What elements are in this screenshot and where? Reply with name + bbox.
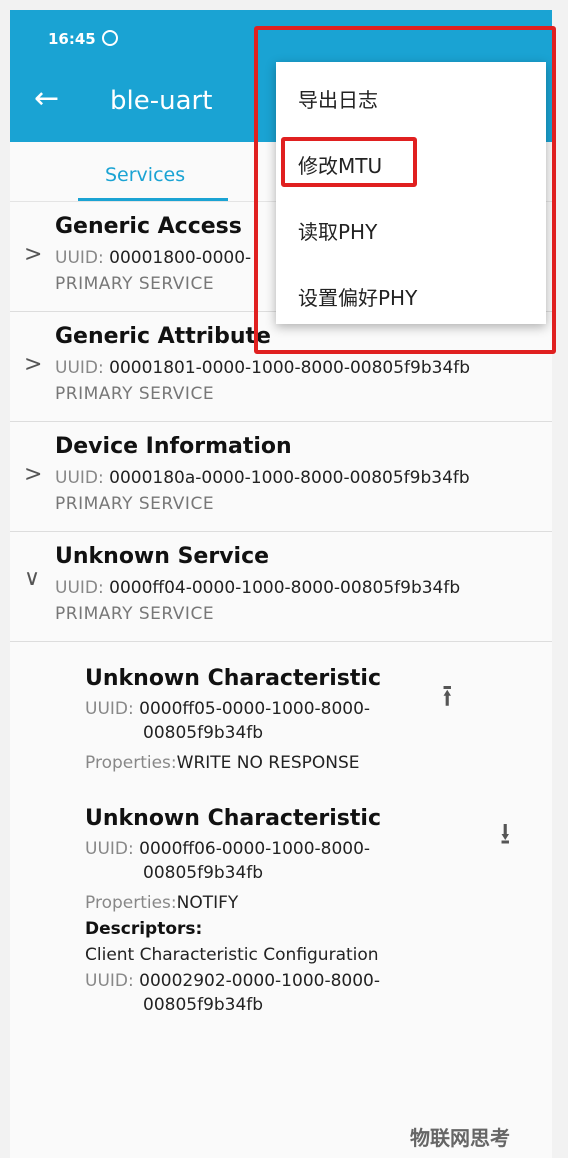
uuid-line1: 0000ff06-0000-1000-8000- xyxy=(139,839,371,859)
service-uuid: UUID: 00001800-0000- xyxy=(55,248,251,268)
descriptor-uuid: UUID: 00002902-0000-1000-8000- 00805f9b34… xyxy=(85,969,525,1017)
status-time: 16:45 xyxy=(48,30,96,48)
characteristic-name: Unknown Characteristic xyxy=(85,666,381,691)
service-name: Device Information xyxy=(55,434,292,459)
uuid-label: UUID: xyxy=(55,358,104,378)
service-type: PRIMARY SERVICE xyxy=(55,384,215,404)
service-row[interactable]: > Device Information UUID: 0000180a-0000… xyxy=(10,422,552,532)
highlight-box-menu xyxy=(254,26,556,354)
service-row-expanded[interactable]: ∨ Unknown Service UUID: 0000ff04-0000-10… xyxy=(10,532,552,642)
download-arrow-icon[interactable]: ⭳ xyxy=(500,812,511,863)
uuid-label: UUID: xyxy=(55,248,104,268)
uuid-line2: 00805f9b34fb xyxy=(143,863,264,883)
service-type: PRIMARY SERVICE xyxy=(55,494,215,514)
properties-value: WRITE NO RESPONSE xyxy=(176,753,360,773)
upload-arrow-icon[interactable]: ⭱ xyxy=(442,674,453,725)
uuid-line2: 00805f9b34fb xyxy=(143,723,264,743)
chevron-right-icon: > xyxy=(24,352,43,377)
uuid-value: 0000ff04-0000-1000-8000-00805f9b34fb xyxy=(109,578,461,598)
uuid-line1: 00002902-0000-1000-8000- xyxy=(139,971,380,991)
back-arrow-icon[interactable]: ← xyxy=(34,84,59,114)
tab-services[interactable]: Services xyxy=(105,164,185,186)
descriptors-label: Descriptors: xyxy=(85,919,203,939)
uuid-label: UUID: xyxy=(85,839,134,859)
descriptor-name: Client Characteristic Configuration xyxy=(85,945,379,965)
service-uuid: UUID: 0000ff04-0000-1000-8000-00805f9b34… xyxy=(55,578,460,598)
properties-label: Properties: xyxy=(85,893,177,913)
watermark-text: 物联网思考 xyxy=(410,1126,510,1150)
chevron-down-icon: ∨ xyxy=(24,566,41,591)
uuid-line1: 0000ff05-0000-1000-8000- xyxy=(139,699,371,719)
service-uuid: UUID: 00001801-0000-1000-8000-00805f9b34… xyxy=(55,358,470,378)
uuid-value: 00001800-0000- xyxy=(109,248,252,268)
chevron-right-icon: > xyxy=(24,462,43,487)
uuid-label: UUID: xyxy=(85,971,134,991)
characteristic-uuid: UUID: 0000ff05-0000-1000-8000- 00805f9b34… xyxy=(85,697,525,745)
app-title: ble-uart xyxy=(110,86,213,116)
properties-label: Properties: xyxy=(85,753,177,773)
uuid-value: 00001801-0000-1000-8000-00805f9b34fb xyxy=(109,358,471,378)
service-uuid: UUID: 0000180a-0000-1000-8000-00805f9b34… xyxy=(55,468,470,488)
characteristic-name: Unknown Characteristic xyxy=(85,806,381,831)
tab-indicator xyxy=(78,198,228,201)
service-name: Generic Access xyxy=(55,214,242,239)
properties-value: NOTIFY xyxy=(176,893,239,913)
service-name: Unknown Service xyxy=(55,544,270,569)
uuid-label: UUID: xyxy=(55,468,104,488)
characteristic-properties: Properties:NOTIFY xyxy=(85,891,525,915)
uuid-label: UUID: xyxy=(55,578,104,598)
characteristic-uuid: UUID: 0000ff06-0000-1000-8000- 00805f9b34… xyxy=(85,837,525,885)
characteristic-item: Unknown Characteristic UUID: 0000ff06-00… xyxy=(85,806,525,1017)
characteristic-item: Unknown Characteristic UUID: 0000ff05-00… xyxy=(85,666,525,775)
service-name: Generic Attribute xyxy=(55,324,271,349)
alarm-icon xyxy=(102,30,118,46)
service-type: PRIMARY SERVICE xyxy=(55,274,215,294)
uuid-line2: 00805f9b34fb xyxy=(143,995,264,1015)
chevron-right-icon: > xyxy=(24,242,43,267)
uuid-label: UUID: xyxy=(85,699,134,719)
uuid-value: 0000180a-0000-1000-8000-00805f9b34fb xyxy=(109,468,470,488)
characteristic-properties: Properties:WRITE NO RESPONSE xyxy=(85,751,525,775)
service-type: PRIMARY SERVICE xyxy=(55,604,215,624)
highlight-box-mtu xyxy=(281,137,417,187)
